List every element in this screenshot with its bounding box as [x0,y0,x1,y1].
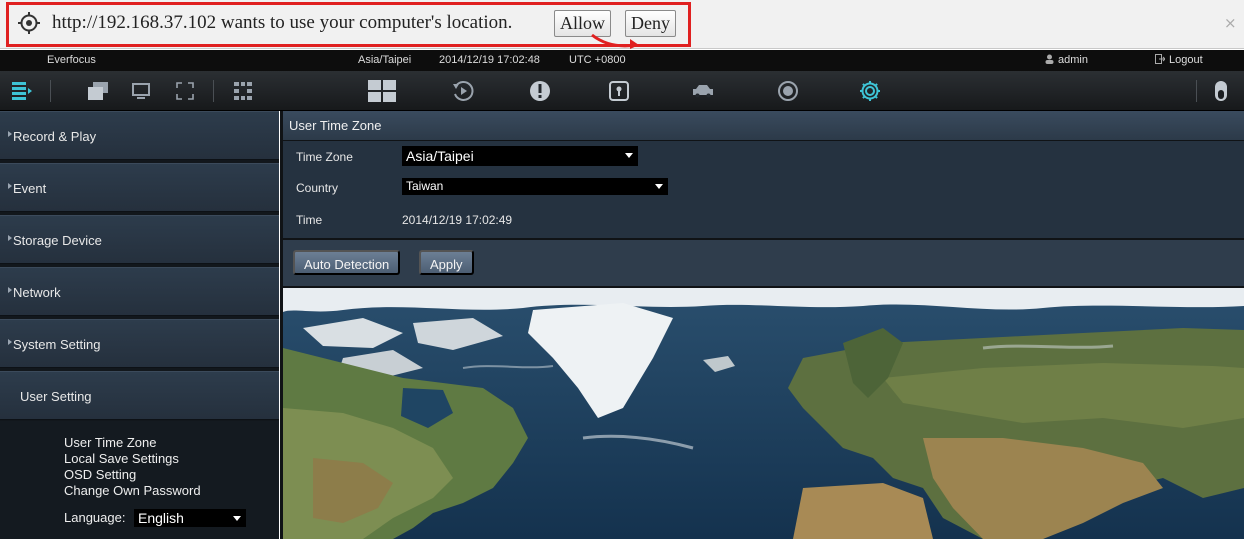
language-label: Language: [64,510,126,525]
username: admin [1058,54,1088,66]
submenu-local-save-settings[interactable]: Local Save Settings [64,451,179,467]
sidebar: Record & Play Event Storage Device Netwo… [0,111,279,539]
logout-link[interactable]: Logout [1155,54,1203,66]
timezone-display: Asia/Taipei [358,54,412,66]
toolbar-divider [213,80,214,102]
grid-icon[interactable] [368,79,396,103]
time-value: 2014/12/19 17:02:49 [402,213,513,227]
lock-icon[interactable] [607,79,631,103]
toolbar-divider [50,80,51,102]
annotation-arrow-icon [591,33,639,49]
sidebar-item-label: System Setting [13,337,101,352]
sidebar-item-record-play[interactable]: Record & Play [0,111,279,160]
chevron-down-icon [233,516,241,521]
layout-icon[interactable] [231,79,255,103]
time-zone-select[interactable]: Asia/Taipei [402,146,638,166]
sidebar-item-label: Network [13,285,61,300]
panel-header: User Time Zone [283,111,1244,140]
fullscreen-icon[interactable] [173,79,197,103]
sidebar-item-label: Event [13,181,47,196]
logout-icon [1155,54,1165,64]
sidebar-item-user-setting[interactable]: User Setting [0,371,279,420]
language-select[interactable]: English [134,509,246,527]
caret-right-icon [8,183,12,189]
chevron-down-icon [655,184,663,189]
brand-name: Everfocus [47,54,96,66]
user-menu[interactable]: admin [1045,54,1088,66]
chevron-down-icon [625,153,633,158]
submenu-change-password[interactable]: Change Own Password [64,483,201,499]
language-value: English [138,510,184,526]
status-bar: Everfocus Asia/Taipei 2014/12/19 17:02:4… [0,50,1244,71]
settings-icon[interactable] [858,79,882,103]
power-icon[interactable] [1209,79,1233,103]
geolocation-message: http://192.168.37.102 wants to use your … [52,12,513,33]
sidebar-item-storage-device[interactable]: Storage Device [0,215,279,264]
page-title: User Time Zone [289,118,382,133]
main-toolbar [0,71,1244,111]
location-icon [18,12,40,34]
menu-icon[interactable] [10,79,34,103]
caret-right-icon [8,131,12,137]
datetime-display: 2014/12/19 17:02:48 [439,54,540,66]
utc-offset: UTC +0800 [569,54,626,66]
record-icon[interactable] [776,79,800,103]
close-icon[interactable]: × [1224,14,1237,32]
submenu-user-time-zone[interactable]: User Time Zone [64,435,156,451]
monitor-icon[interactable] [129,79,153,103]
geolocation-infobar: http://192.168.37.102 wants to use your … [0,0,1244,49]
country-value: Taiwan [406,179,444,193]
user-setting-submenu: User Time Zone Local Save Settings OSD S… [0,421,279,539]
caret-right-icon [8,339,12,345]
caret-right-icon [8,235,12,241]
time-zone-value: Asia/Taipei [406,148,474,164]
windows-icon[interactable] [86,79,110,103]
sidebar-item-network[interactable]: Network [0,267,279,316]
toolbar-divider [1196,80,1197,102]
sidebar-item-label: Storage Device [13,233,102,248]
alert-icon[interactable] [528,79,552,103]
sidebar-item-label: Record & Play [13,129,97,144]
country-label: Country [296,181,339,195]
sidebar-item-label: User Setting [20,389,92,404]
timezone-form: Time Zone Asia/Taipei Country Taiwan Tim… [283,140,1244,238]
submenu-osd-setting[interactable]: OSD Setting [64,467,136,483]
auto-detection-button[interactable]: Auto Detection [293,250,401,275]
action-bar: Auto Detection Apply [283,238,1244,286]
country-select[interactable]: Taiwan [402,178,668,195]
user-icon [1045,54,1054,64]
caret-right-icon [8,287,12,293]
sidebar-item-system-setting[interactable]: System Setting [0,319,279,368]
time-label: Time [296,213,323,227]
world-map[interactable] [283,288,1244,539]
time-zone-label: Time Zone [296,150,353,164]
world-map-image [283,288,1244,539]
logout-label: Logout [1169,54,1203,66]
sidebar-item-event[interactable]: Event [0,163,279,212]
main-content: User Time Zone Time Zone Asia/Taipei Cou… [280,111,1244,539]
playback-icon[interactable] [451,79,475,103]
car-icon[interactable] [691,79,715,103]
apply-button[interactable]: Apply [419,250,474,275]
